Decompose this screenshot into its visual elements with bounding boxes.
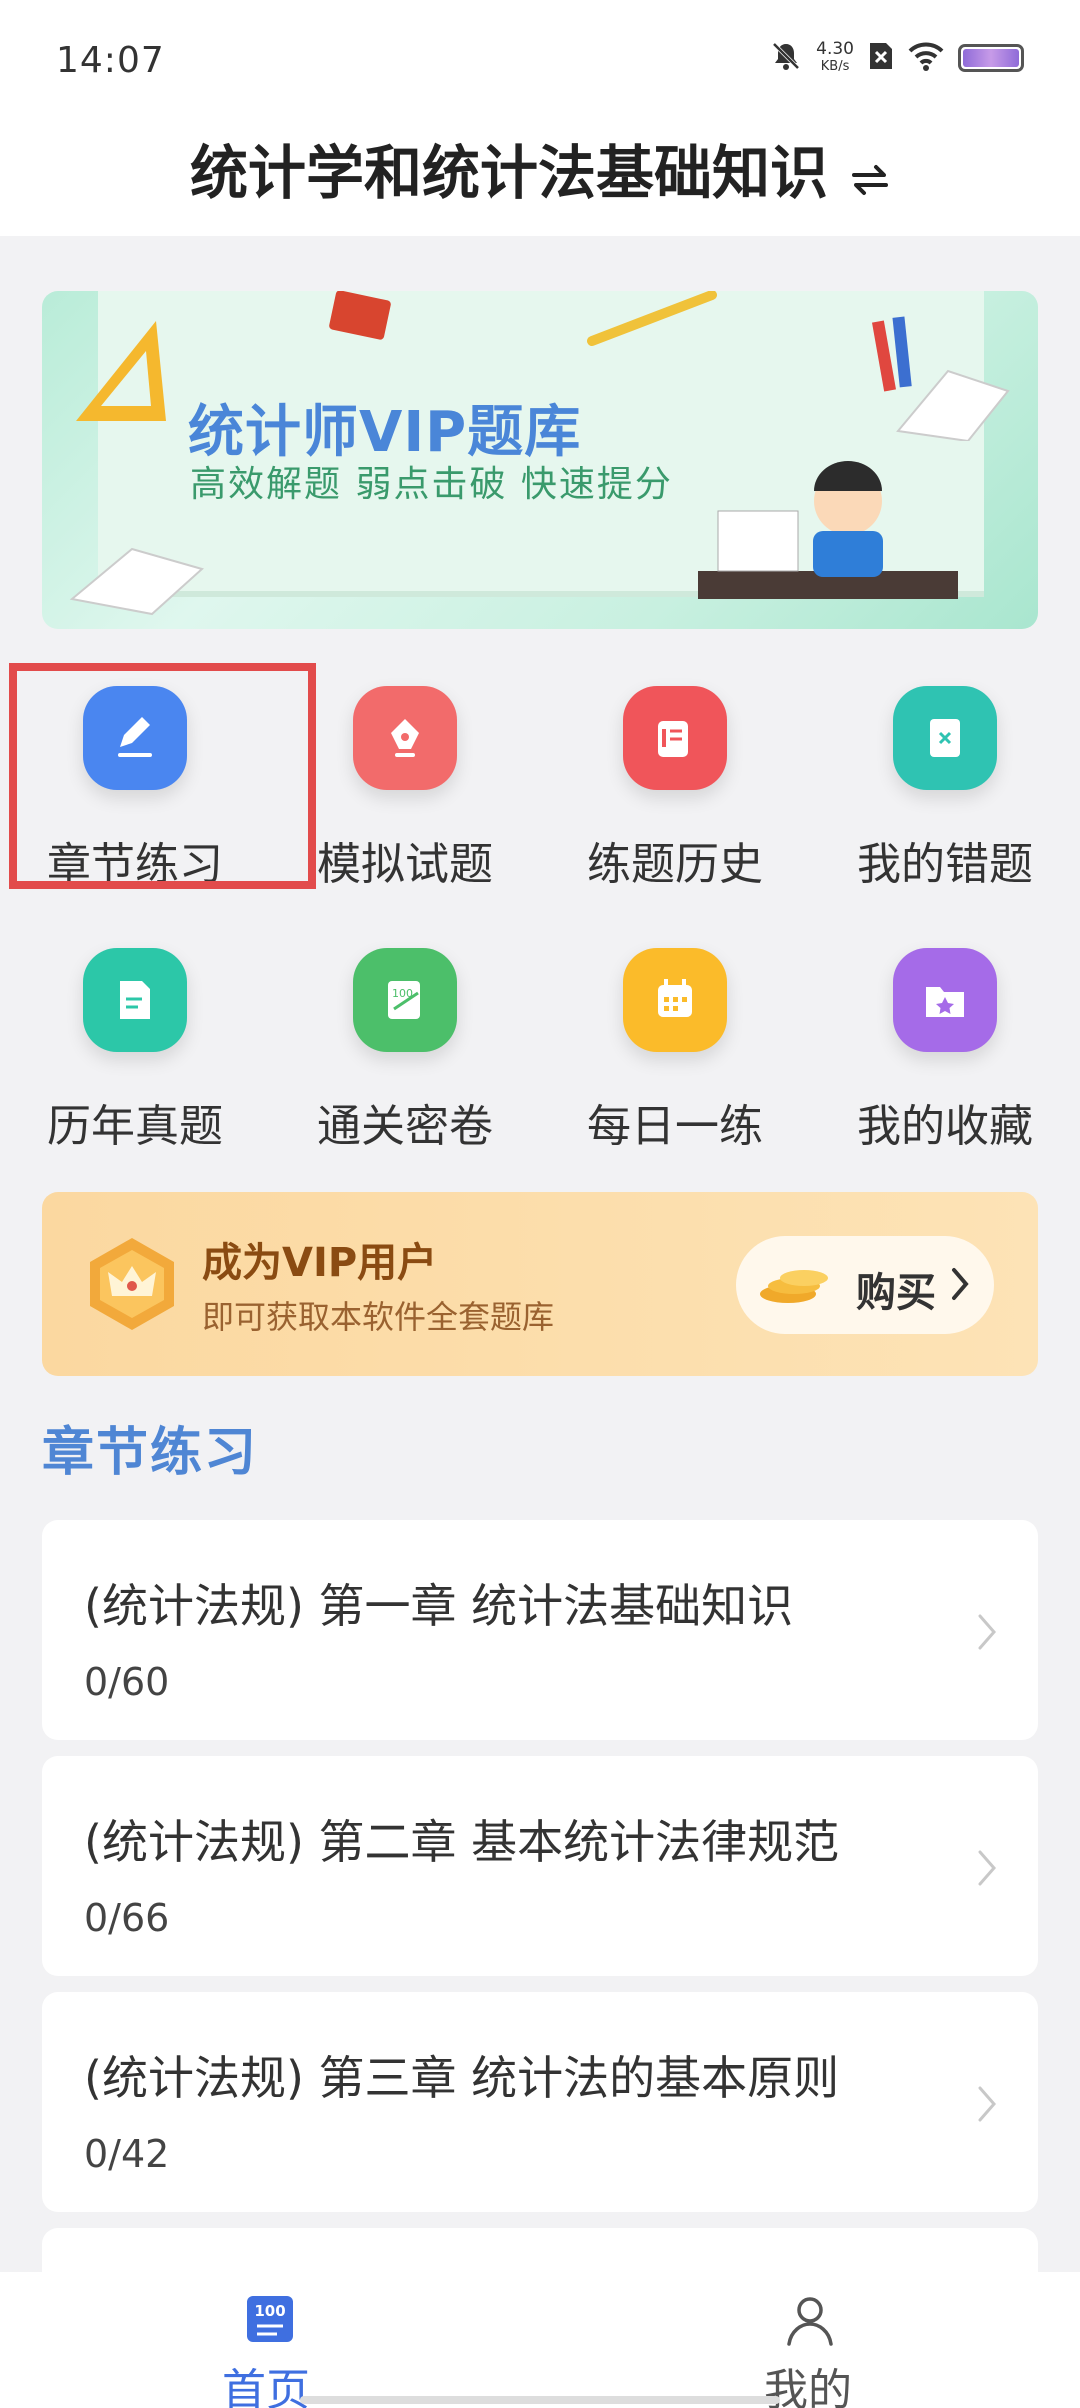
app-header: 统计学和统计法基础知识 (0, 110, 1080, 236)
document-icon (83, 948, 187, 1052)
coins-icon (758, 1266, 848, 1310)
net-speed-value: 4.30 (816, 39, 854, 59)
grid-label: 章节练习 (47, 839, 223, 890)
score-paper-icon: 100 (353, 948, 457, 1052)
home-100-icon: 100 (245, 2294, 295, 2348)
buy-label: 购买 (856, 1270, 936, 1316)
chapter-title: (统计法规) 第三章 统计法的基本原则 (84, 2051, 840, 2105)
tab-home[interactable]: 100 首页 (0, 2272, 540, 2408)
grid-item-practice-history[interactable]: 练题历史 (540, 660, 810, 890)
grid-label: 通关密卷 (317, 1101, 493, 1152)
pencil-icon (83, 686, 187, 790)
chapter-item[interactable]: (统计法规) 第二章 基本统计法律规范 0/66 (42, 1756, 1038, 1976)
grid-label: 我的收藏 (857, 1101, 1033, 1152)
banner-subtitle: 高效解题 弱点击破 快速提分 (190, 464, 673, 505)
grid-label: 练题历史 (587, 839, 763, 890)
buy-button[interactable]: 购买 (736, 1236, 994, 1334)
chevron-right-icon (950, 1266, 970, 1306)
net-speed-unit: KB/s (820, 59, 850, 74)
chevron-right-icon (976, 1848, 998, 1892)
pen-nib-icon (353, 686, 457, 790)
grid-label: 我的错题 (857, 839, 1033, 890)
vip-banner[interactable]: 统计师VIP题库 高效解题 弱点击破 快速提分 (42, 291, 1038, 629)
mute-bell-icon (770, 40, 802, 76)
grid-item-chapter-practice[interactable]: 章节练习 (0, 660, 270, 890)
status-icons: 4.30 KB/s (770, 40, 1024, 76)
vip-title: 成为VIP用户 (202, 1240, 438, 1286)
chapter-progress: 0/60 (84, 1660, 170, 1704)
grid-item-past-exams[interactable]: 历年真题 (0, 922, 270, 1152)
open-book-icon (872, 316, 1010, 441)
ruler-icon (76, 321, 166, 421)
vip-subtitle: 即可获取本软件全套题库 (202, 1298, 555, 1336)
chapter-title: (统计法规) 第一章 统计法基础知识 (84, 1579, 794, 1633)
tab-mine[interactable]: 我的 (540, 2272, 1080, 2408)
student-illustration (698, 461, 958, 599)
pencil-deco-icon (587, 291, 717, 346)
grid-item-my-mistakes[interactable]: 我的错题 (810, 660, 1080, 890)
bottom-tab-bar: 100 首页 我的 (0, 2272, 1080, 2408)
chevron-right-icon (976, 2084, 998, 2128)
wrong-notebook-icon (893, 686, 997, 790)
no-sim-icon (868, 41, 894, 75)
chevron-right-icon (976, 1612, 998, 1656)
swap-icon[interactable] (850, 114, 890, 240)
calendar-icon (623, 948, 727, 1052)
page-title: 统计学和统计法基础知识 (189, 139, 828, 207)
grid-label: 模拟试题 (317, 839, 493, 890)
status-bar: 14:07 4.30 KB/s (0, 0, 1080, 110)
book-icon (329, 291, 391, 340)
network-speed: 4.30 KB/s (816, 40, 854, 76)
home-indicator (300, 2396, 780, 2404)
notebook-icon (69, 547, 205, 616)
crown-badge-icon (82, 1234, 182, 1334)
chapter-progress: 0/42 (84, 2132, 170, 2176)
history-list-icon (623, 686, 727, 790)
star-folder-icon (893, 948, 997, 1052)
section-title: 章节练习 (42, 1423, 259, 1483)
chapter-title: (统计法规) 第二章 基本统计法律规范 (84, 1815, 840, 1869)
vip-promo-card[interactable]: 成为VIP用户 即可获取本软件全套题库 购买 (42, 1192, 1038, 1376)
svg-text:100: 100 (254, 2302, 285, 2320)
battery-icon (958, 44, 1024, 72)
subject-switcher[interactable]: 统计学和统计法基础知识 (0, 110, 1080, 240)
grid-item-secret-paper[interactable]: 100 通关密卷 (270, 922, 540, 1152)
chapter-progress: 0/66 (84, 1896, 170, 1940)
grid-label: 历年真题 (47, 1101, 223, 1152)
user-icon (784, 2294, 836, 2350)
grid-item-daily-practice[interactable]: 每日一练 (540, 922, 810, 1152)
chapter-item[interactable]: (统计法规) 第一章 统计法基础知识 0/60 (42, 1520, 1038, 1740)
status-time: 14:07 (56, 40, 165, 81)
grid-item-my-favorites[interactable]: 我的收藏 (810, 922, 1080, 1152)
wifi-icon (908, 41, 944, 75)
chapter-item[interactable]: (统计法规) 第三章 统计法的基本原则 0/42 (42, 1992, 1038, 2212)
grid-label: 每日一练 (587, 1101, 763, 1152)
grid-item-mock-exam[interactable]: 模拟试题 (270, 660, 540, 890)
